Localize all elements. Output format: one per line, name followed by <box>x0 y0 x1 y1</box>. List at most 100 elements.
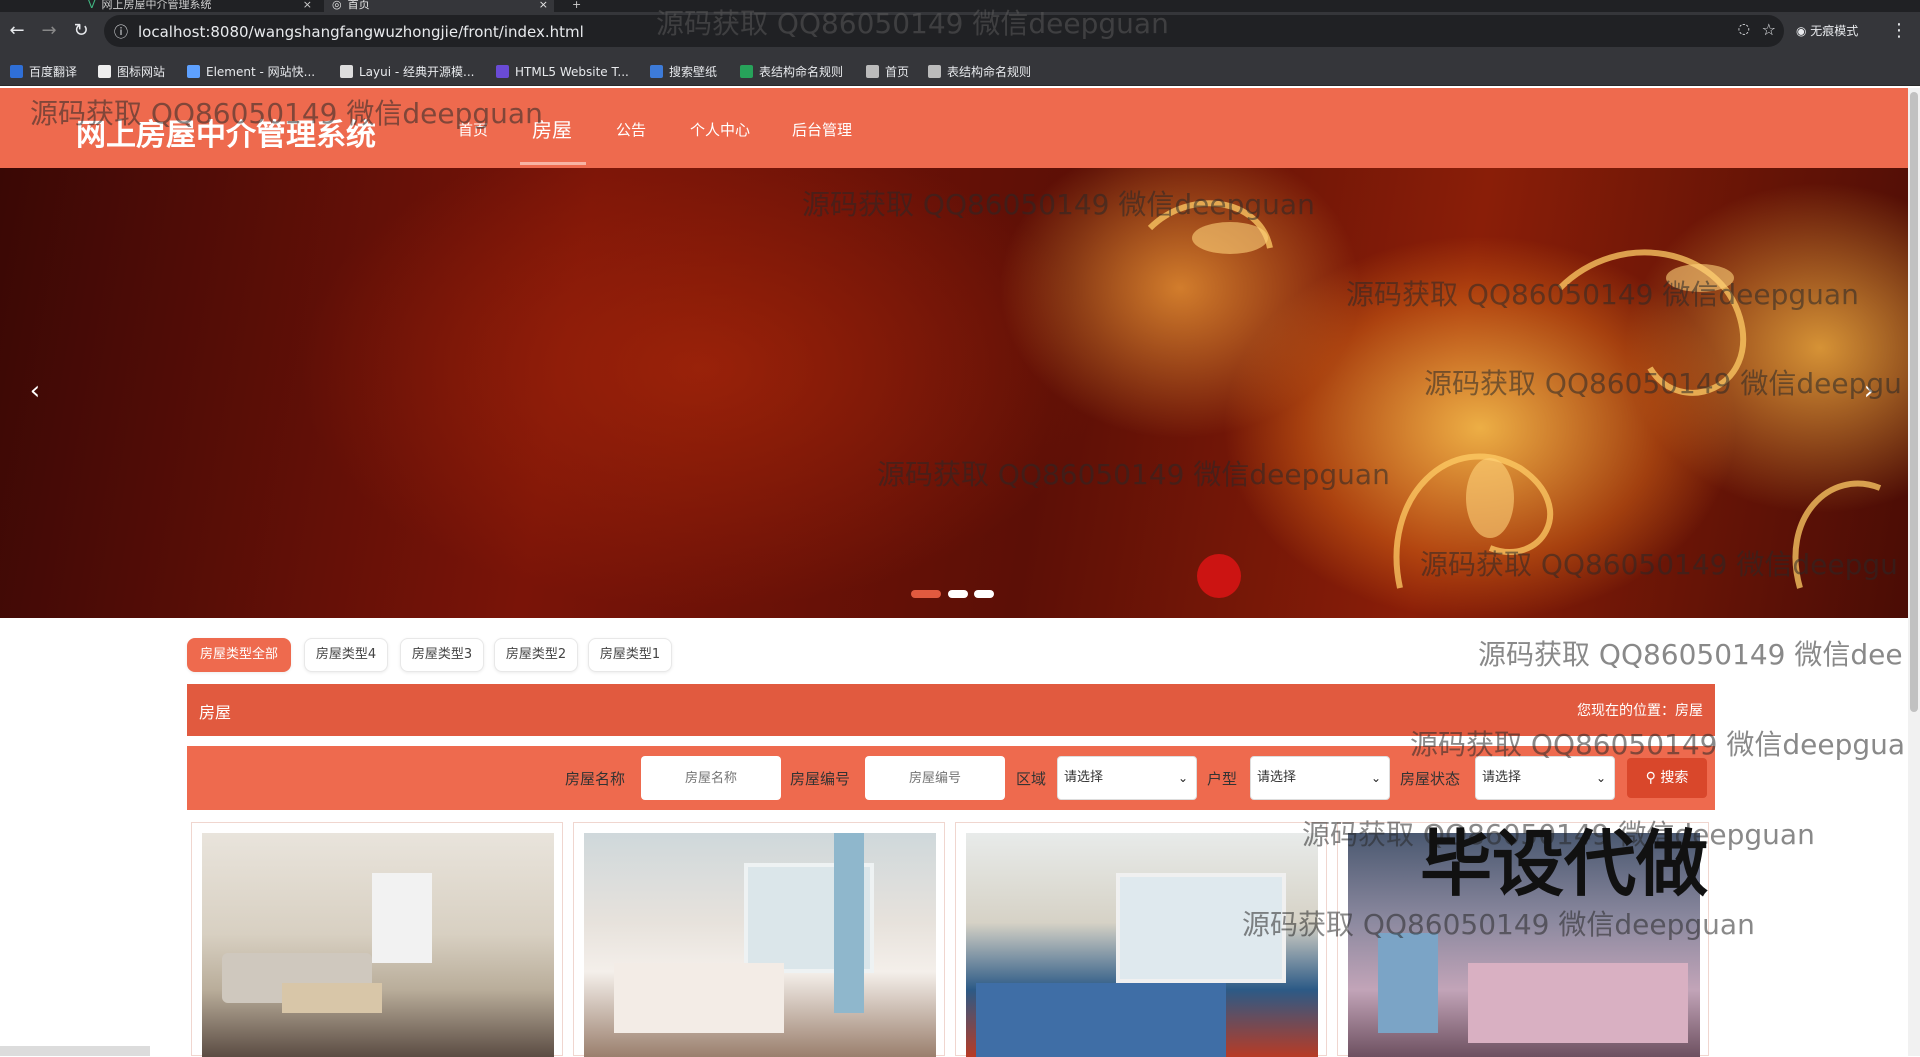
forward-icon[interactable]: → <box>36 18 62 44</box>
area-label: 区域 <box>1016 770 1047 788</box>
vue-favicon-icon: V <box>88 0 96 11</box>
bookmark-label: HTML5 Website T... <box>515 65 629 79</box>
bookmark-label: 搜索壁纸 <box>669 65 718 79</box>
tab-title: 网上房屋中介管理系统 <box>101 0 212 11</box>
star-icon[interactable]: ☆ <box>1762 20 1776 39</box>
mouse-cursor-highlight <box>1197 554 1241 598</box>
bookmark-label: 表结构命名规则 <box>947 65 1032 79</box>
bookmark-favicon-icon <box>340 65 353 78</box>
house-photo[interactable] <box>584 833 936 1057</box>
bookmark-label: 图标网站 <box>117 65 166 79</box>
bookmark-item[interactable]: 图标网站 <box>98 63 165 81</box>
bookmark-label: 百度翻译 <box>29 65 78 79</box>
bookmark-label: 表结构命名规则 <box>759 65 844 79</box>
category-button-type2[interactable]: 房屋类型2 <box>494 638 578 672</box>
bookmark-item[interactable]: 百度翻译 <box>10 63 77 81</box>
house-code-input[interactable] <box>865 756 1005 800</box>
bookmark-item[interactable]: 首页 <box>866 63 909 81</box>
bookmark-item[interactable]: 表结构命名规则 <box>928 63 1031 81</box>
category-button-type3[interactable]: 房屋类型3 <box>400 638 484 672</box>
back-icon[interactable]: ← <box>4 18 30 44</box>
watermark-text: 源码获取 QQ86050149 微信deepgu <box>1420 548 1898 581</box>
area-select-value: 请选择 <box>1064 770 1104 785</box>
category-button-type4[interactable]: 房屋类型4 <box>304 638 388 672</box>
house-card[interactable] <box>573 822 945 1057</box>
bookmark-label: Element - 网站快... <box>206 65 316 79</box>
house-name-input[interactable] <box>641 756 781 800</box>
bookmark-favicon-icon <box>10 65 23 78</box>
carousel-dot-1[interactable] <box>911 590 941 598</box>
tab-title: 首页 <box>347 0 370 11</box>
house-card[interactable] <box>191 822 563 1057</box>
bookmark-favicon-icon <box>187 65 200 78</box>
watermark-text: 源码获取 QQ86050149 微信deepgu <box>1424 367 1902 400</box>
carousel-prev-icon[interactable]: ‹ <box>22 378 48 404</box>
status-select-value: 请选择 <box>1482 770 1522 785</box>
layout-label: 户型 <box>1207 770 1238 788</box>
breadcrumb-current[interactable]: 房屋 <box>1675 703 1703 719</box>
bookmark-item[interactable]: Layui - 经典开源模... <box>340 63 474 81</box>
carousel-dot-3[interactable] <box>974 590 994 598</box>
menu-icon[interactable]: ⋮ <box>1886 18 1912 44</box>
bookmark-favicon-icon <box>650 65 663 78</box>
search-button[interactable]: ⚲ 搜索 <box>1627 758 1707 798</box>
house-photo[interactable] <box>202 833 554 1057</box>
bookmark-item[interactable]: 表结构命名规则 <box>740 63 843 81</box>
bookmarks-bar: 百度翻译 图标网站 Element - 网站快... Layui - 经典开源模...… <box>0 58 1920 86</box>
category-button-all[interactable]: 房屋类型全部 <box>187 638 291 672</box>
nav-item-profile[interactable]: 个人中心 <box>690 119 750 140</box>
house-code-label: 房屋编号 <box>790 770 851 788</box>
bookmark-favicon-icon <box>928 65 941 78</box>
house-photo[interactable] <box>966 833 1318 1057</box>
breadcrumb: 您现在的位置：房屋 <box>1577 700 1703 720</box>
active-nav-indicator <box>520 162 586 165</box>
eye-off-icon[interactable]: ◌ <box>1738 21 1750 37</box>
section-title: 房屋 <box>199 703 232 722</box>
search-button-label: 搜索 <box>1660 770 1689 786</box>
reload-icon[interactable]: ↻ <box>68 18 94 44</box>
close-tab-icon[interactable]: × <box>303 0 312 10</box>
status-bubble <box>0 1046 150 1056</box>
bookmark-favicon-icon <box>740 65 753 78</box>
info-icon[interactable]: ⓘ <box>114 22 128 42</box>
bookmark-label: Layui - 经典开源模... <box>359 65 475 79</box>
bookmark-item[interactable]: Element - 网站快... <box>187 63 315 81</box>
new-tab-button[interactable]: + <box>572 0 592 12</box>
chevron-down-icon: ⌄ <box>1370 771 1381 785</box>
profile-label: 无痕模式 <box>1810 24 1859 38</box>
watermark-text: 源码获取 QQ86050149 微信dee <box>1478 638 1903 671</box>
bookmark-label: 首页 <box>885 65 910 79</box>
layout-select-value: 请选择 <box>1257 770 1297 785</box>
browser-tab[interactable]: V 网上房屋中介管理系统 × <box>88 0 318 12</box>
carousel-dot-2[interactable] <box>948 590 968 598</box>
nav-item-notices[interactable]: 公告 <box>616 119 646 140</box>
house-name-label: 房屋名称 <box>565 770 626 788</box>
area-select[interactable]: 请选择 ⌄ <box>1057 756 1197 800</box>
breadcrumb-prefix: 您现在的位置： <box>1577 703 1675 719</box>
close-tab-icon[interactable]: × <box>539 0 548 10</box>
bookmark-favicon-icon <box>98 65 111 78</box>
overlay-ad-text: 毕设代做 <box>1420 822 1709 906</box>
watermark-text: 源码获取 QQ86050149 微信deepguan <box>877 458 1390 491</box>
chevron-down-icon: ⌄ <box>1177 771 1188 785</box>
watermark-text: 源码获取 QQ86050149 微信deepguan <box>802 188 1315 221</box>
nav-item-admin[interactable]: 后台管理 <box>792 119 852 140</box>
bookmark-item[interactable]: HTML5 Website T... <box>496 63 629 81</box>
chevron-down-icon: ⌄ <box>1595 771 1606 785</box>
watermark-text: 源码获取 QQ86050149 微信deepguan <box>30 97 543 130</box>
status-label: 房屋状态 <box>1400 770 1461 788</box>
incognito-profile[interactable]: ◉ 无痕模式 <box>1796 22 1858 39</box>
watermark-text: 源码获取 QQ86050149 微信deepgua <box>1410 728 1906 761</box>
incognito-icon: ◉ <box>1796 24 1811 38</box>
category-button-type1[interactable]: 房屋类型1 <box>588 638 672 672</box>
watermark-text: 源码获取 QQ86050149 微信deepguan <box>656 7 1169 40</box>
bookmark-favicon-icon <box>866 65 879 78</box>
watermark-text: 源码获取 QQ86050149 微信deepguan <box>1346 278 1859 311</box>
page-scrollbar-thumb[interactable] <box>1910 92 1918 712</box>
bookmark-favicon-icon <box>496 65 509 78</box>
browser-tab-active[interactable]: ◎ 首页 × <box>324 0 554 12</box>
search-icon: ⚲ <box>1645 770 1661 786</box>
bookmark-item[interactable]: 搜索壁纸 <box>650 63 717 81</box>
url-text: localhost:8080/wangshangfangwuzhongjie/f… <box>138 23 584 41</box>
layout-select[interactable]: 请选择 ⌄ <box>1250 756 1390 800</box>
